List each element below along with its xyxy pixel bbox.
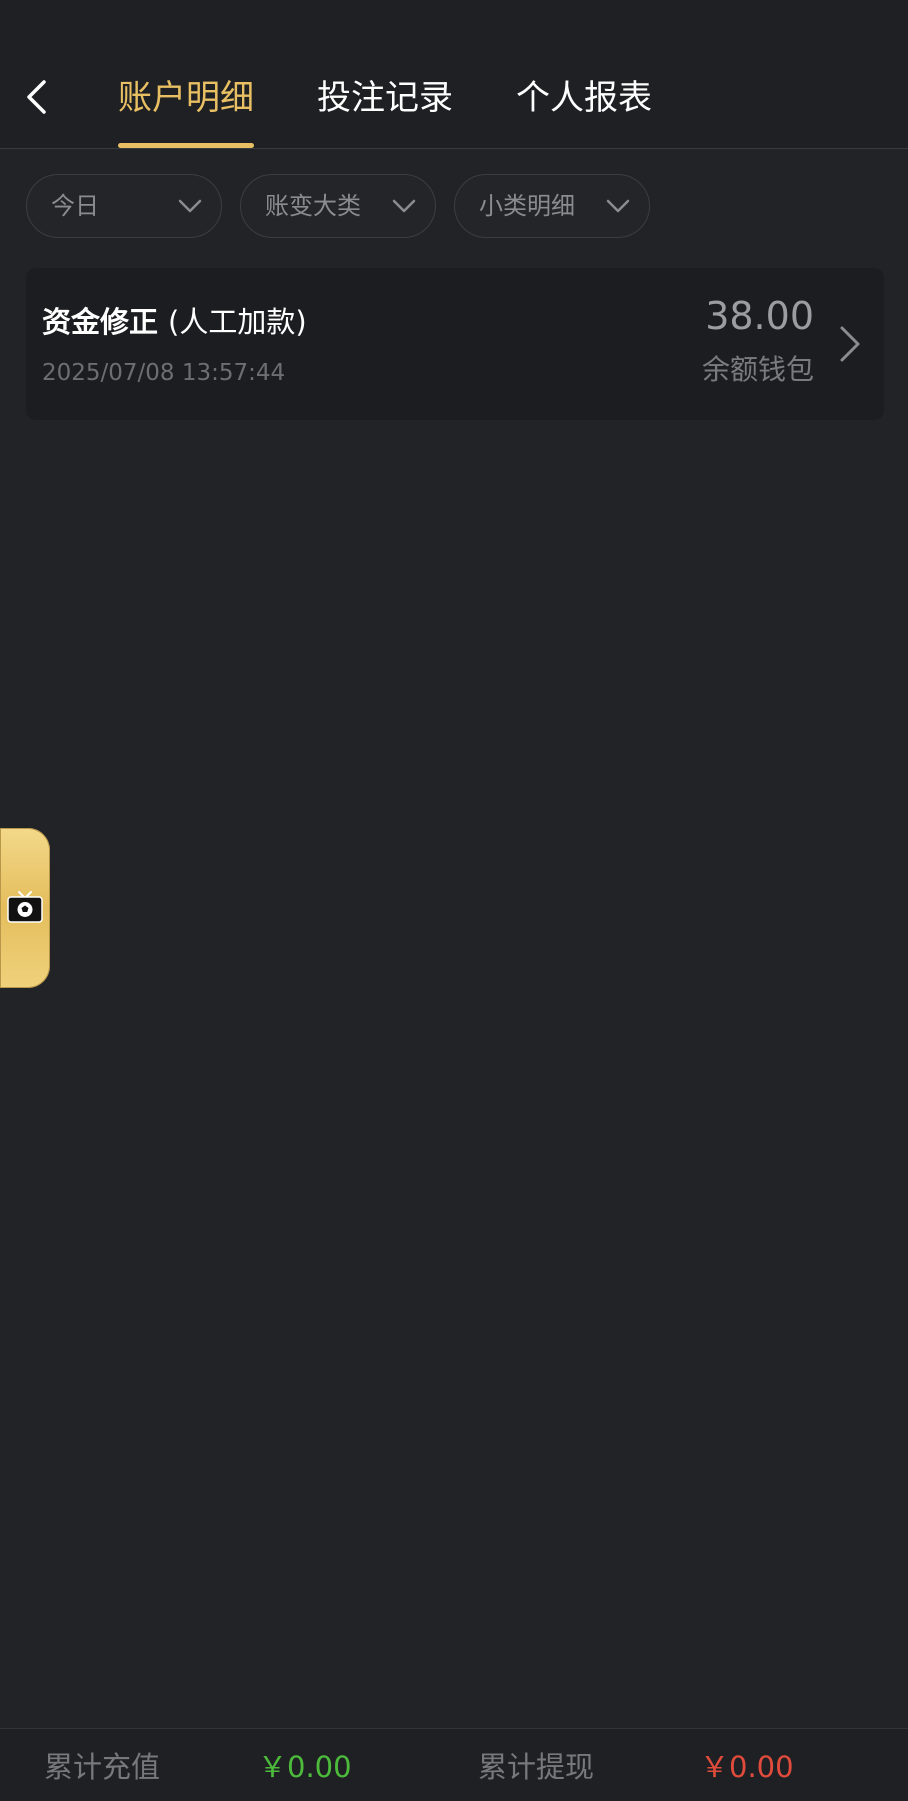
back-arrow-icon (27, 80, 46, 114)
subcategory-filter-dropdown[interactable]: 小类明细 (454, 174, 650, 238)
total-withdraw-value: ￥0.00 (700, 1750, 794, 1784)
tab-account-details[interactable]: 账户明细 (118, 72, 254, 124)
record-wallet: 余额钱包 (701, 353, 814, 386)
chevron-right-icon (840, 326, 860, 362)
chevron-down-icon (606, 199, 630, 213)
chevron-down-icon (178, 199, 202, 213)
floating-live-sports-button[interactable] (0, 828, 50, 988)
category-filter-label: 账变大类 (265, 192, 361, 220)
total-recharge-value: ￥0.00 (258, 1750, 352, 1784)
transaction-record[interactable]: 资金修正 (人工加款) 2025/07/08 13:57:44 38.00 余额钱… (26, 268, 884, 420)
record-title: 资金修正 (人工加款) (42, 302, 307, 342)
tab-personal-report[interactable]: 个人报表 (516, 72, 652, 124)
top-bar: 账户明细 投注记录 个人报表 (0, 0, 908, 149)
date-filter-label: 今日 (51, 192, 99, 220)
record-subtype: (人工加款) (168, 305, 307, 339)
summary-footer: 累计充值 ￥0.00 累计提现 ￥0.00 (0, 1728, 908, 1801)
back-button[interactable] (18, 72, 54, 122)
chevron-down-icon (392, 199, 416, 213)
record-timestamp: 2025/07/08 13:57:44 (42, 360, 286, 386)
subcategory-filter-label: 小类明细 (479, 192, 575, 220)
active-tab-indicator (118, 143, 254, 148)
record-amount: 38.00 (705, 294, 814, 338)
category-filter-dropdown[interactable]: 账变大类 (240, 174, 436, 238)
total-withdraw-label: 累计提现 (478, 1750, 595, 1784)
soccer-tv-icon (7, 891, 43, 923)
total-recharge-label: 累计充值 (44, 1750, 161, 1784)
record-type: 资金修正 (42, 305, 159, 339)
tab-bet-records[interactable]: 投注记录 (317, 72, 453, 124)
date-filter-dropdown[interactable]: 今日 (26, 174, 222, 238)
